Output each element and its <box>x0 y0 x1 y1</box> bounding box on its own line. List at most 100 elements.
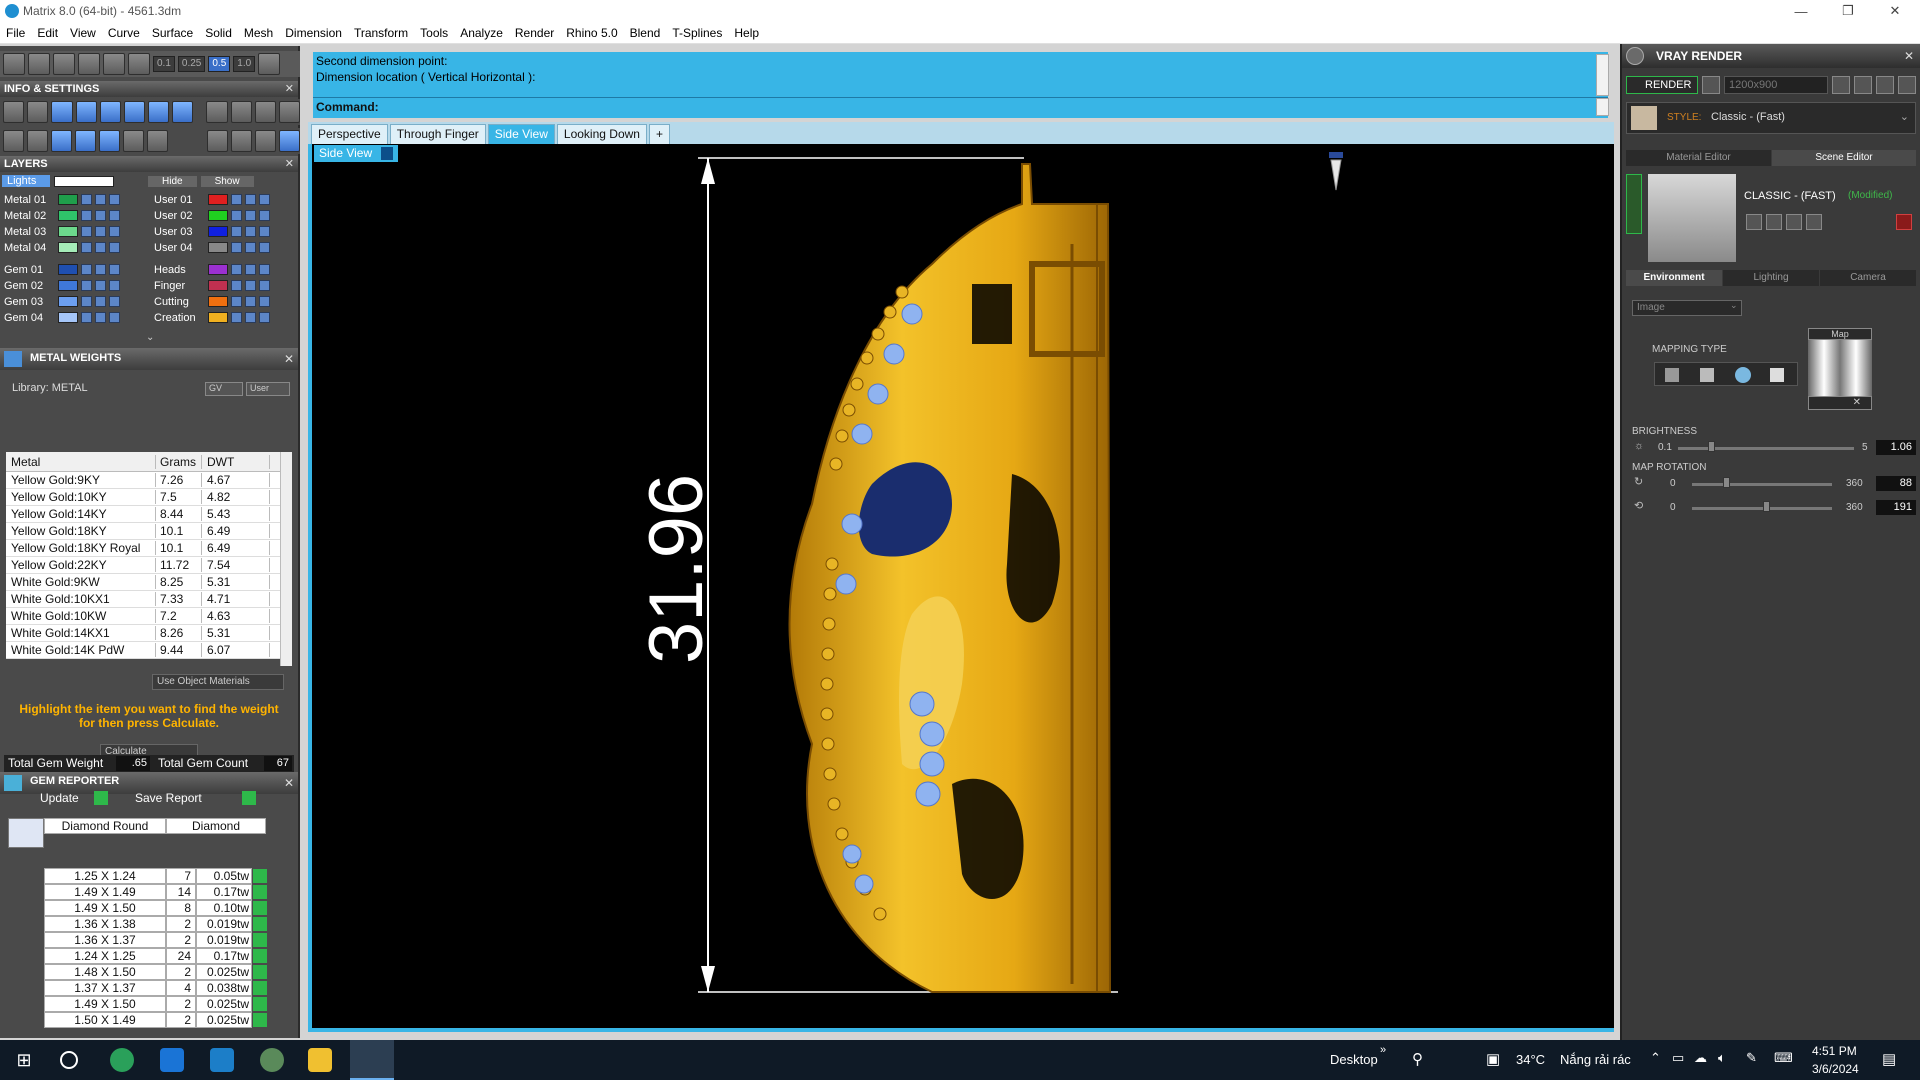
layer-select-icon[interactable] <box>109 312 120 323</box>
layer-name[interactable]: Metal 03 <box>0 226 54 238</box>
gem-select-icon[interactable] <box>253 965 267 979</box>
resolution-select[interactable]: 1200x900 <box>1724 76 1828 94</box>
rotation1-value[interactable]: 88 <box>1876 476 1916 491</box>
pause-icon[interactable] <box>1832 76 1850 94</box>
table-row[interactable]: White Gold:9KW 8.25 5.31 <box>6 574 292 591</box>
menu-tools[interactable]: Tools <box>414 26 454 40</box>
update-go-icon[interactable] <box>94 791 108 805</box>
gem-select-icon[interactable] <box>253 917 267 931</box>
image-icon[interactable] <box>254 101 276 123</box>
layer-name[interactable]: Creation <box>150 312 204 324</box>
gem-icon[interactable] <box>172 101 194 123</box>
layer-select-icon[interactable] <box>259 242 270 253</box>
menu-rhino[interactable]: Rhino 5.0 <box>560 26 623 40</box>
layer-name[interactable]: Gem 02 <box>0 280 54 292</box>
file-explorer-icon[interactable] <box>308 1048 332 1072</box>
layer-select-icon[interactable] <box>109 296 120 307</box>
map-clear-icon[interactable]: ✕ <box>1808 396 1872 410</box>
tab-camera[interactable]: Camera <box>1820 270 1916 286</box>
layer-row[interactable]: Cutting <box>150 294 270 309</box>
menu-solid[interactable]: Solid <box>199 26 238 40</box>
add-scene-icon[interactable] <box>1786 214 1802 230</box>
hide-button[interactable]: Hide <box>148 175 197 187</box>
gem-row[interactable]: 1.49 X 1.50 2 0.025tw <box>44 996 267 1012</box>
table-row[interactable]: White Gold:14KX1 8.26 5.31 <box>6 625 292 642</box>
layer-name[interactable]: Finger <box>150 280 204 292</box>
layer-lock-icon[interactable] <box>95 242 106 253</box>
viewport-side-view[interactable]: 31.96 <box>308 144 1614 1032</box>
layer-row[interactable]: Metal 03 <box>0 224 120 239</box>
layer-lock-icon[interactable] <box>245 280 256 291</box>
temperature[interactable]: 34°C <box>1516 1052 1545 1067</box>
viewport-tab[interactable]: Looking Down <box>556 124 647 144</box>
viewport-tab[interactable]: Through Finger <box>389 124 486 144</box>
layer-row[interactable]: User 04 <box>150 240 270 255</box>
layer-color-swatch[interactable] <box>208 226 228 237</box>
layer-select-icon[interactable] <box>259 312 270 323</box>
layer-visibility-icon[interactable] <box>231 280 242 291</box>
table-row[interactable]: Yellow Gold:22KY 11.72 7.54 <box>6 557 292 574</box>
settings-icon[interactable] <box>3 101 25 123</box>
layer-color-swatch[interactable] <box>58 296 78 307</box>
select-icon[interactable] <box>123 130 144 152</box>
vray-close[interactable]: ✕ <box>1904 49 1914 63</box>
gem-row[interactable]: 1.24 X 1.25 24 0.17tw <box>44 948 267 964</box>
maximize-button[interactable]: ❐ <box>1825 0 1871 22</box>
camera-icon[interactable] <box>1702 76 1720 94</box>
layer-color-swatch[interactable] <box>58 194 78 205</box>
gem-reporter-close[interactable]: ✕ <box>284 776 294 790</box>
layer-select-icon[interactable] <box>259 226 270 237</box>
mapping-flat-icon[interactable] <box>1665 368 1679 382</box>
layer-row[interactable]: Metal 01 <box>0 192 120 207</box>
gem-row[interactable]: 1.37 X 1.37 4 0.038tw <box>44 980 267 996</box>
edge-browser-icon[interactable] <box>110 1048 134 1072</box>
layer-select-icon[interactable] <box>109 210 120 221</box>
cylinder-icon[interactable] <box>75 130 96 152</box>
bluetooth-icon[interactable]: ☁ <box>1694 1050 1707 1066</box>
tray-icon[interactable] <box>230 101 252 123</box>
layer-name[interactable]: User 01 <box>150 194 204 206</box>
tray-chevron-icon[interactable]: ⌃ <box>1650 1050 1661 1066</box>
layer-visibility-icon[interactable] <box>231 194 242 205</box>
layer-row[interactable]: Creation <box>150 310 270 325</box>
layer-select-icon[interactable] <box>259 210 270 221</box>
metal-table-scrollbar[interactable] <box>280 452 292 666</box>
gem-row[interactable]: 1.36 X 1.37 2 0.019tw <box>44 932 267 948</box>
tab-environment[interactable]: Environment <box>1626 270 1722 286</box>
layer-select-icon[interactable] <box>109 226 120 237</box>
layer-visibility-icon[interactable] <box>231 242 242 253</box>
layer-color-swatch[interactable] <box>208 210 228 221</box>
use-object-materials-button[interactable]: Use Object Materials <box>152 674 284 690</box>
add-view-tab[interactable]: + <box>648 124 670 144</box>
people-icon[interactable]: ⚲ <box>1412 1050 1423 1068</box>
layer-visibility-icon[interactable] <box>81 280 92 291</box>
layer-name[interactable]: Gem 01 <box>0 264 54 276</box>
layer-lock-icon[interactable] <box>245 226 256 237</box>
menu-analyze[interactable]: Analyze <box>454 26 509 40</box>
grid-icon[interactable] <box>3 53 25 75</box>
layer-lock-icon[interactable] <box>245 312 256 323</box>
clock-time[interactable]: 4:51 PM <box>1812 1044 1857 1058</box>
gem-select-icon[interactable] <box>253 933 267 947</box>
desktop-chevron[interactable]: » <box>1380 1044 1386 1056</box>
table-row[interactable]: White Gold:10KW 7.2 4.63 <box>6 608 292 625</box>
layer-visibility-icon[interactable] <box>81 210 92 221</box>
menu-edit[interactable]: Edit <box>31 26 64 40</box>
show-button[interactable]: Show <box>200 175 254 187</box>
layer-select-icon[interactable] <box>259 264 270 275</box>
mapping-sphere-icon[interactable] <box>1735 367 1751 383</box>
remove-scene-icon[interactable] <box>1806 214 1822 230</box>
mesh-icon[interactable] <box>123 101 146 123</box>
layer-visibility-icon[interactable] <box>231 296 242 307</box>
search-icon[interactable] <box>60 1051 78 1069</box>
chain-icon[interactable] <box>207 130 228 152</box>
menu-curve[interactable]: Curve <box>102 26 146 40</box>
info-settings-close[interactable]: ✕ <box>285 81 294 97</box>
rotation2-value[interactable]: 191 <box>1876 500 1916 515</box>
mail-icon[interactable] <box>210 1048 234 1072</box>
layer-visibility-icon[interactable] <box>81 194 92 205</box>
layer-color-swatch[interactable] <box>208 194 228 205</box>
layer-visibility-icon[interactable] <box>81 226 92 237</box>
layer-lock-icon[interactable] <box>95 210 106 221</box>
layer-color-swatch[interactable] <box>58 312 78 323</box>
